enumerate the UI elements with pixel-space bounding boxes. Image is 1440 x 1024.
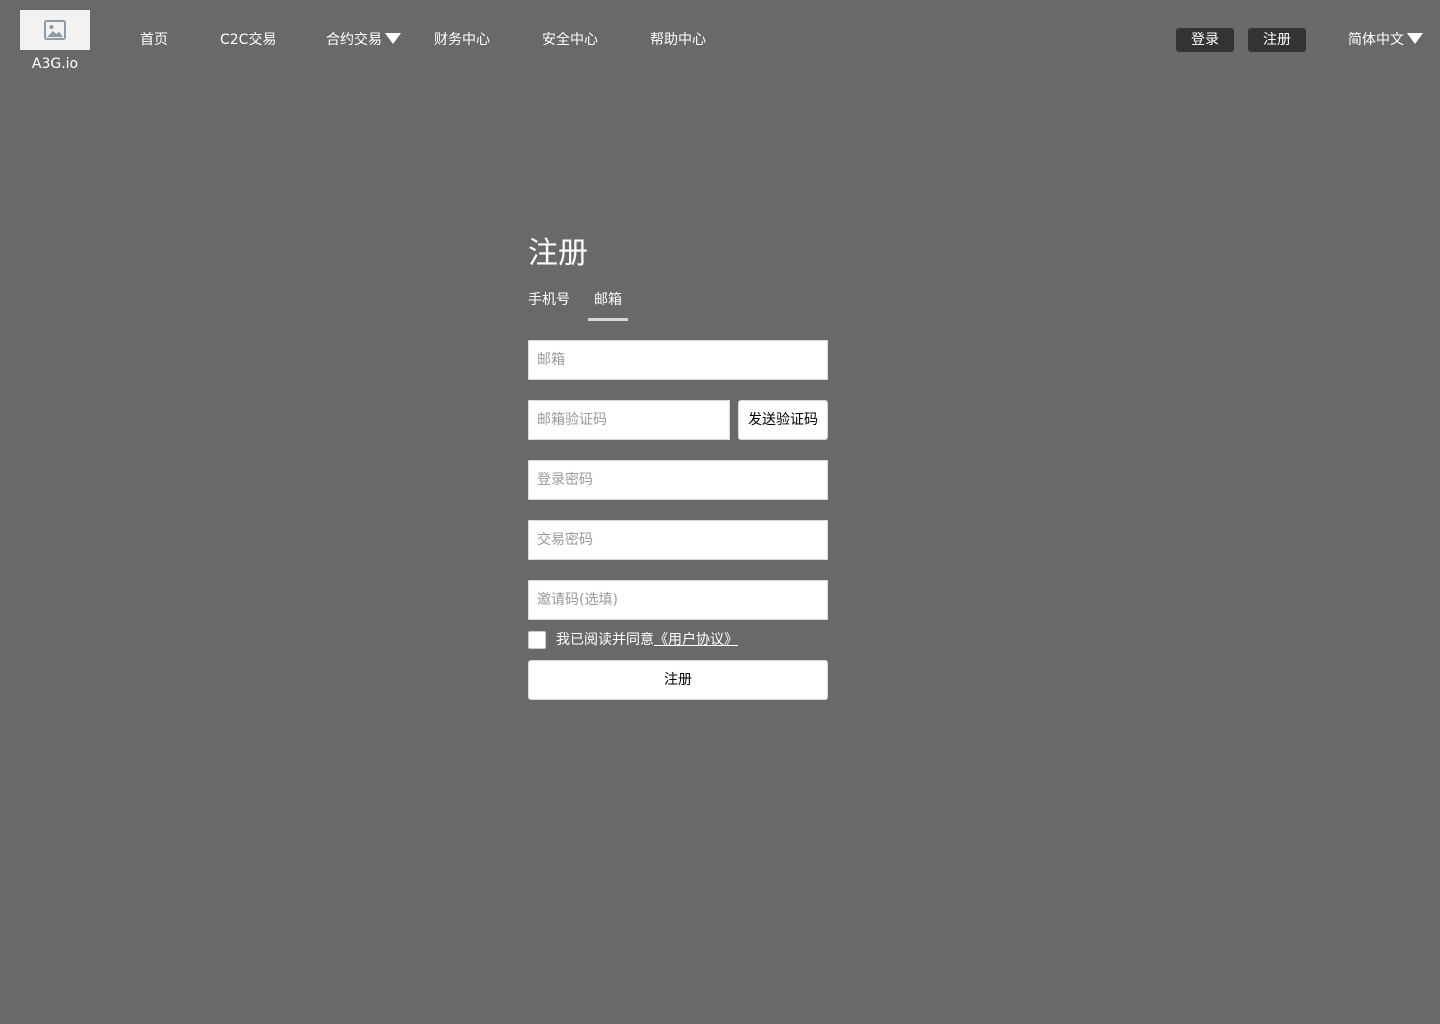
user-agreement-link[interactable]: 《用户协议》 (654, 632, 738, 648)
email-field[interactable] (528, 340, 828, 380)
nav-contract[interactable]: 合约交易 (326, 30, 401, 50)
login-password-field[interactable] (528, 460, 828, 500)
agreement-prefix: 我已阅读并同意 (556, 632, 654, 648)
active-tab-indicator (588, 318, 628, 321)
nav-help[interactable]: 帮助中心 (650, 30, 706, 50)
nav-contract-label: 合约交易 (326, 32, 382, 48)
send-code-button[interactable]: 发送验证码 (738, 400, 828, 440)
trade-password-field[interactable] (528, 520, 828, 560)
submit-register-button[interactable]: 注册 (528, 660, 828, 700)
nav-finance[interactable]: 财务中心 (434, 30, 490, 50)
tab-email[interactable]: 邮箱 (594, 290, 622, 310)
page-title: 注册 (528, 236, 588, 271)
login-button[interactable]: 登录 (1176, 28, 1234, 52)
nav-security[interactable]: 安全中心 (542, 30, 598, 50)
chevron-down-icon (385, 32, 401, 44)
language-selector[interactable]: 简体中文 (1348, 30, 1423, 50)
nav-home[interactable]: 首页 (140, 30, 168, 50)
register-button[interactable]: 注册 (1248, 28, 1306, 52)
chevron-down-icon (1407, 32, 1423, 44)
email-code-field[interactable] (528, 400, 730, 440)
language-label: 简体中文 (1348, 32, 1404, 48)
nav-c2c[interactable]: C2C交易 (220, 30, 276, 50)
invite-code-field[interactable] (528, 580, 828, 620)
logo[interactable] (20, 10, 90, 50)
tab-phone[interactable]: 手机号 (528, 290, 570, 310)
logo-text[interactable]: A3G.io (20, 56, 90, 72)
image-placeholder-icon (44, 20, 66, 40)
agreement-checkbox[interactable] (528, 631, 546, 649)
agreement-text: 我已阅读并同意《用户协议》 (556, 631, 738, 649)
